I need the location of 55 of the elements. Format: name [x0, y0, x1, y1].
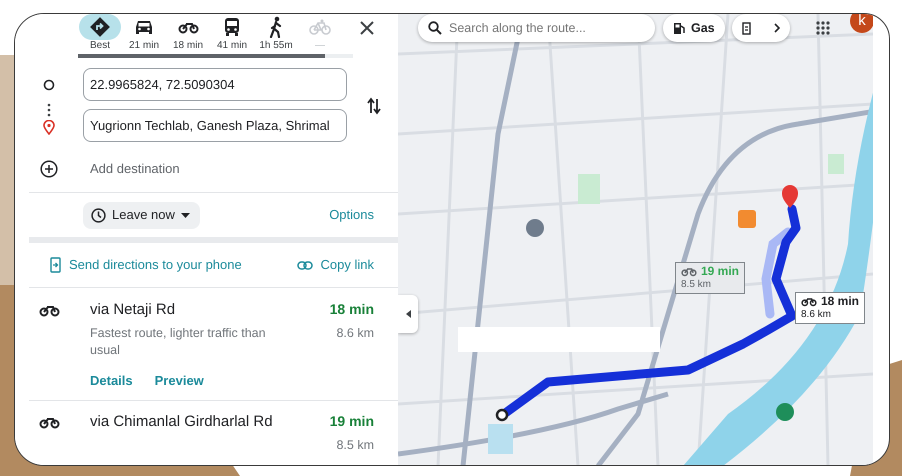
add-icon — [40, 160, 58, 178]
route-link[interactable]: Details — [90, 370, 133, 390]
callout-distance: 8.5 km — [681, 278, 712, 291]
send-directions-link[interactable]: Send directions to your phone — [50, 255, 242, 275]
caret-icon — [180, 212, 190, 218]
leave-now-button[interactable]: Leave now — [83, 202, 200, 228]
route-link[interactable]: Preview — [154, 370, 204, 390]
route-distance: 8.6 km — [335, 325, 374, 342]
route-description: Fastest route, lighter traffic than usual — [90, 324, 267, 358]
route-name: via Netaji Rd — [90, 300, 176, 320]
route-duration: 18 min — [330, 300, 374, 319]
travel-mode-tab[interactable]: 41 min — [210, 14, 254, 52]
search-icon — [428, 21, 442, 35]
bus-icon — [223, 17, 241, 37]
options-link[interactable]: Options — [329, 205, 374, 225]
dots-icon — [47, 102, 51, 116]
apps-grid-icon — [816, 20, 830, 35]
motorbike-icon — [178, 20, 198, 34]
destination-field[interactable]: Yugrionn Techlab, Ganesh Plaza, Shrimal — [83, 109, 347, 142]
close-icon — [359, 20, 375, 36]
callout-duration: 19 min — [701, 265, 740, 278]
filter-chip[interactable] — [732, 14, 790, 42]
route-callout[interactable]: 18 min 8.6 km — [795, 292, 866, 324]
route-distance: 8.5 km — [335, 437, 374, 454]
route-name: via Chimanlal Girdharlal Rd — [90, 412, 274, 432]
copy-link-button[interactable]: Copy link — [296, 255, 374, 275]
phone-icon — [50, 257, 61, 273]
link-icon — [296, 260, 313, 270]
swap-arrows-icon — [366, 97, 382, 116]
walking-person-icon — [268, 16, 284, 38]
add-destination-button[interactable]: Add destination — [90, 159, 180, 179]
filter-chip[interactable]: Gas — [663, 14, 725, 42]
pin-icon — [43, 120, 55, 134]
search-field[interactable]: Search along the route... — [418, 14, 655, 42]
clock-icon — [91, 208, 106, 222]
travel-mode-tab[interactable]: 21 min — [122, 14, 166, 52]
origin-field[interactable]: 22.9965824, 72.5090304 — [83, 68, 347, 101]
motorbike-icon — [681, 266, 697, 277]
collapse-panel-button[interactable] — [398, 295, 418, 333]
route-duration: 19 min — [330, 412, 374, 431]
motorbike-icon — [801, 296, 817, 307]
caret-left-icon — [406, 310, 410, 318]
motorbike-icon — [38, 303, 60, 317]
chevron-right-icon — [774, 23, 780, 33]
route-callout[interactable]: 19 min 8.5 km — [675, 262, 746, 294]
origin-circle-icon — [43, 78, 55, 90]
fuel-pump-icon — [673, 22, 686, 34]
travel-mode-tab[interactable]: 18 min — [166, 14, 210, 52]
travel-mode-tab[interactable]: 1h 55m — [254, 14, 298, 52]
callout-duration: 18 min — [821, 295, 860, 308]
callout-distance: 8.6 km — [801, 308, 832, 321]
charging-station-icon — [742, 22, 752, 34]
motorbike-icon — [38, 415, 60, 429]
bicycle-icon — [309, 19, 331, 35]
car-icon — [134, 18, 154, 36]
